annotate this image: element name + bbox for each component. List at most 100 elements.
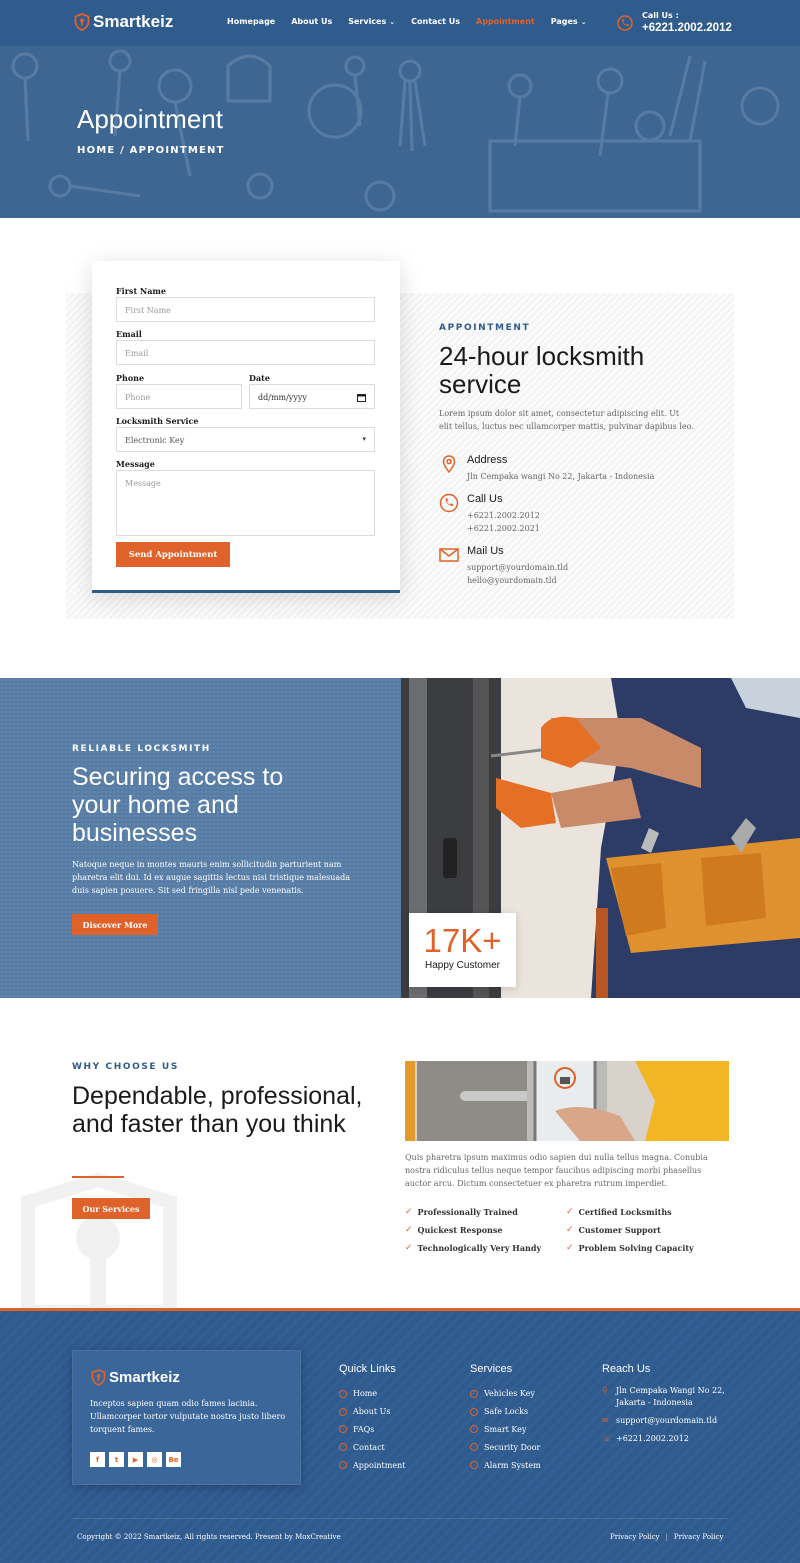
- footer-logo[interactable]: Smartkeiz: [91, 1369, 180, 1386]
- footer-about-text: Inceptos sapien quam odio fames lacinia.…: [90, 1399, 286, 1434]
- footer-link[interactable]: › Home: [339, 1385, 405, 1403]
- footer-link[interactable]: › Smart Key: [470, 1421, 541, 1439]
- arrow-circle-icon: ›: [339, 1425, 347, 1434]
- our-services-button[interactable]: Our Services: [72, 1198, 150, 1219]
- date-label: Date: [249, 373, 270, 383]
- location-pin-icon: ⚲: [602, 1386, 608, 1395]
- twitter-icon[interactable]: t: [109, 1452, 124, 1467]
- shield-key-icon: [91, 1369, 106, 1386]
- footer-link-label: Vehicles Key: [484, 1389, 535, 1399]
- copyright: Copyright © 2022 Smartkeiz, All rights r…: [77, 1533, 341, 1541]
- appointment-text: Lorem ipsum dolor sit amet, consectetur …: [439, 409, 694, 431]
- arrow-circle-icon: ›: [470, 1461, 478, 1470]
- feature-item: ✓ Certified Locksmiths: [566, 1207, 672, 1217]
- call-label: Call Us :: [642, 11, 679, 20]
- footer-link[interactable]: › FAQs: [339, 1421, 405, 1439]
- footer-link[interactable]: › Vehicles Key: [470, 1385, 541, 1403]
- arrow-circle-icon: ›: [470, 1389, 478, 1398]
- nav-appointment[interactable]: Appointment: [476, 17, 535, 26]
- phone-icon: [439, 493, 459, 513]
- message-textarea[interactable]: Message: [116, 470, 375, 536]
- why-text: Quis pharetra ipsum maximus odio sapien …: [405, 1153, 708, 1188]
- phone-icon: ☏: [602, 1434, 613, 1443]
- footer-reach-us: Reach Us ⚲ Jln Cempaka Wangi No 22, Jakar…: [602, 1363, 732, 1451]
- privacy-policy-link[interactable]: Privacy Policy: [610, 1533, 660, 1541]
- email-input[interactable]: Email: [116, 340, 375, 365]
- appointment-info: APPOINTMENT 24-hour locksmith service Lo…: [439, 323, 719, 433]
- nav-homepage[interactable]: Homepage: [227, 17, 275, 26]
- chevron-down-icon: ⌄: [389, 18, 396, 26]
- check-icon: ✓: [566, 1243, 574, 1253]
- shield-watermark-icon: [21, 1172, 177, 1312]
- services-title: Services: [470, 1363, 513, 1375]
- page-title: Appointment: [77, 104, 223, 134]
- nav-services[interactable]: Services ⌄: [348, 17, 395, 26]
- behance-icon[interactable]: Be: [166, 1452, 181, 1467]
- send-appointment-button[interactable]: Send Appointment: [116, 542, 230, 567]
- check-icon: ✓: [566, 1207, 574, 1217]
- footer-email[interactable]: ✉ support@yourdomain.tld: [602, 1415, 732, 1427]
- footer-divider: [72, 1518, 728, 1519]
- arrow-circle-icon: ›: [339, 1443, 347, 1452]
- arrow-circle-icon: ›: [339, 1389, 347, 1398]
- feature-label: Quickest Response: [417, 1225, 503, 1235]
- address-title: Address: [467, 454, 508, 466]
- header-call[interactable]: Call Us : +6221.2002.2012: [617, 11, 732, 34]
- footer-email-text: support@yourdomain.tld: [616, 1416, 718, 1425]
- feature-item: ✓ Professionally Trained: [405, 1207, 518, 1217]
- mail-icon: ✉: [602, 1416, 609, 1425]
- page-hero: Appointment HOME / APPOINTMENT: [0, 46, 800, 218]
- first-name-input[interactable]: First Name: [116, 297, 375, 322]
- message-label: Message: [116, 459, 155, 469]
- nav-about-us[interactable]: About Us: [291, 17, 332, 26]
- brand-logo[interactable]: Smartkeiz: [74, 12, 173, 32]
- service-select[interactable]: Electronic Key ▾: [116, 427, 375, 452]
- calendar-icon: [357, 394, 366, 402]
- footer-link-label: Smart Key: [484, 1424, 527, 1434]
- page: Smartkeiz Homepage About Us Services ⌄ Co…: [0, 0, 800, 1563]
- phone-label: Phone: [116, 373, 145, 383]
- feature-label: Certified Locksmiths: [578, 1207, 672, 1217]
- email-label: Email: [116, 329, 142, 339]
- appointment-form: First Name First Name Email Email Phone …: [92, 261, 400, 593]
- privacy-policy-link[interactable]: Privacy Policy: [674, 1533, 724, 1541]
- feature-item: ✓ Quickest Response: [405, 1225, 502, 1235]
- appointment-heading: 24-hour locksmith service: [439, 341, 645, 399]
- footer-link[interactable]: › Appointment: [339, 1456, 405, 1474]
- discover-more-button[interactable]: Discover More: [72, 914, 158, 935]
- call-number-2: +6221.2002.2021: [467, 524, 540, 533]
- footer-link[interactable]: › About Us: [339, 1403, 405, 1421]
- location-pin-icon: [442, 455, 456, 474]
- facebook-icon[interactable]: f: [90, 1452, 105, 1467]
- smart-lock-illustration: [405, 1061, 729, 1141]
- reliable-locksmith-section: RELIABLE LOCKSMITH Securing access to yo…: [0, 678, 800, 998]
- footer-link[interactable]: › Alarm System: [470, 1456, 541, 1474]
- legal-links: Privacy Policy | Privacy Policy: [610, 1533, 723, 1541]
- phone-input[interactable]: Phone: [116, 384, 242, 409]
- footer-link-label: Home: [353, 1389, 378, 1399]
- mail-address-1: support@yourdomain.tld: [467, 563, 569, 572]
- youtube-icon[interactable]: ▶: [128, 1452, 143, 1467]
- site-header: Smartkeiz Homepage About Us Services ⌄ Co…: [0, 0, 800, 46]
- arrow-circle-icon: ›: [470, 1443, 478, 1452]
- footer-phone[interactable]: ☏ +6221.2002.2012: [602, 1433, 732, 1445]
- reliable-content: RELIABLE LOCKSMITH Securing access to yo…: [0, 678, 401, 998]
- feature-label: Customer Support: [578, 1225, 661, 1235]
- nav-contact-us[interactable]: Contact Us: [411, 17, 460, 26]
- footer-link-label: FAQs: [353, 1424, 375, 1434]
- phone-icon: [617, 14, 633, 31]
- nav-pages[interactable]: Pages ⌄: [551, 17, 587, 26]
- mail-title: Mail Us: [467, 545, 504, 557]
- date-value: dd/mm/yyyy: [258, 393, 307, 402]
- footer-link[interactable]: › Contact: [339, 1438, 405, 1456]
- date-input[interactable]: dd/mm/yyyy: [249, 384, 375, 409]
- footer-link[interactable]: › Security Door: [470, 1438, 541, 1456]
- address-value: Jln Cempaka wangi No 22, Jakarta - Indon…: [467, 472, 655, 481]
- footer-link[interactable]: › Safe Locks: [470, 1403, 541, 1421]
- stat-label: Happy Customer: [424, 960, 501, 971]
- instagram-icon[interactable]: ◎: [147, 1452, 162, 1467]
- why-content: Quis pharetra ipsum maximus odio sapien …: [405, 1151, 730, 1190]
- footer-brand-name: Smartkeiz: [109, 1369, 180, 1386]
- service-selected-value: Electronic Key: [125, 436, 185, 445]
- footer-about-card: Smartkeiz Inceptos sapien quam odio fame…: [72, 1350, 301, 1485]
